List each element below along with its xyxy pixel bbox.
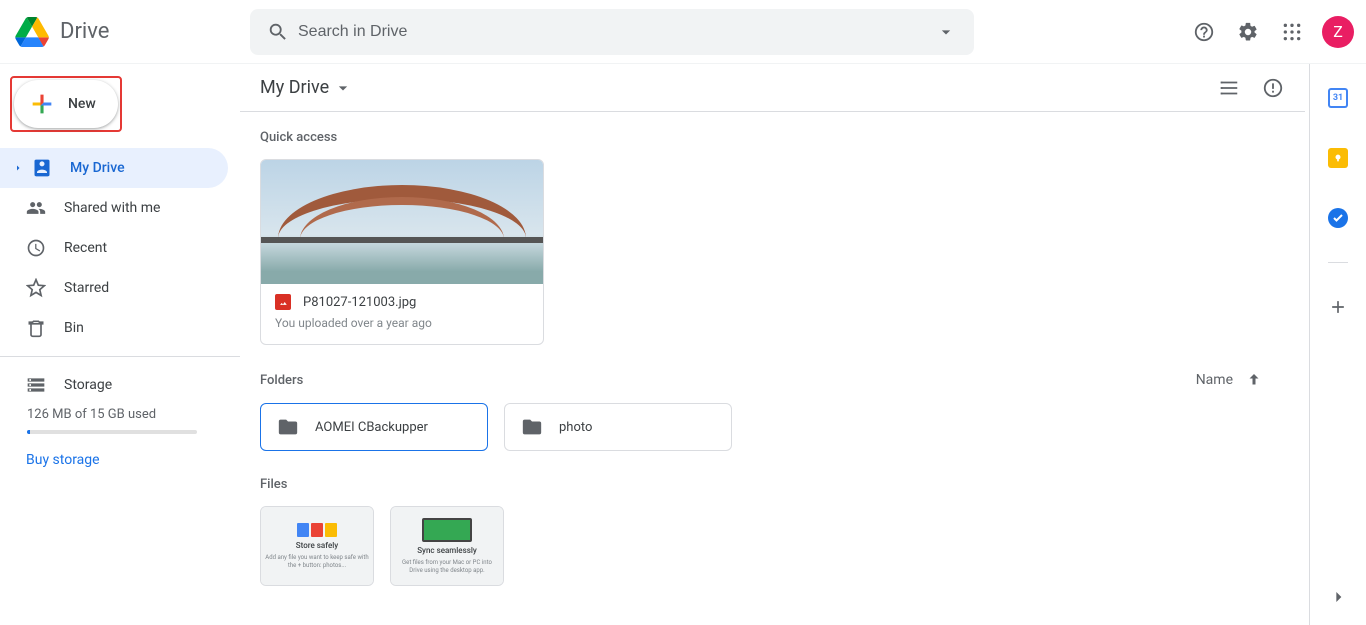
buy-storage-link[interactable]: Buy storage (26, 452, 100, 468)
sidebar-item-shared[interactable]: Shared with me (0, 188, 228, 228)
header-bar: Drive Z (0, 0, 1366, 64)
search-input[interactable] (298, 23, 926, 41)
search-icon[interactable] (258, 12, 298, 52)
help-icon[interactable] (1184, 12, 1224, 52)
sort-label: Name (1196, 372, 1233, 388)
sidebar-item-label: Shared with me (64, 200, 160, 216)
side-panel: 31 (1310, 64, 1366, 625)
calendar-app-icon[interactable]: 31 (1318, 78, 1358, 118)
sort-control[interactable]: Name (1196, 371, 1293, 389)
storage-bar (27, 430, 197, 434)
settings-gear-icon[interactable] (1228, 12, 1268, 52)
sidebar-item-storage[interactable]: Storage (26, 365, 216, 405)
content-scroll[interactable]: Quick access P81027-121003.jpg You uploa… (240, 112, 1309, 625)
quick-access-heading: Quick access (260, 130, 1293, 145)
chevron-right-icon[interactable] (8, 162, 28, 174)
search-options-icon[interactable] (926, 12, 966, 52)
main-area: My Drive Quick access (240, 64, 1310, 625)
sidebar-item-recent[interactable]: Recent (0, 228, 228, 268)
folder-icon (521, 416, 543, 438)
folder-icon (277, 416, 299, 438)
files-heading: Files (260, 477, 1293, 492)
sidebar-item-label: Bin (64, 320, 84, 336)
drive-logo-icon (12, 12, 52, 52)
file-card[interactable]: Sync seamlessly Get files from your Mac … (390, 506, 504, 586)
chevron-down-icon (333, 78, 353, 98)
file-thumbnail: Sync seamlessly Get files from your Mac … (391, 507, 503, 585)
tasks-app-icon[interactable] (1318, 198, 1358, 238)
shared-icon (26, 198, 46, 218)
sidebar: New My Drive Shared with me Recent Starr… (0, 64, 240, 625)
tutorial-highlight: New (10, 76, 122, 132)
search-bar[interactable] (250, 9, 974, 55)
storage-label: Storage (64, 377, 112, 393)
toolbar: My Drive (240, 64, 1305, 112)
quick-access-card[interactable]: P81027-121003.jpg You uploaded over a ye… (260, 159, 544, 345)
logo-area[interactable]: Drive (12, 12, 250, 52)
image-file-icon (275, 294, 291, 310)
star-icon (26, 278, 46, 298)
recent-icon (26, 238, 46, 258)
sidebar-item-bin[interactable]: Bin (0, 308, 228, 348)
list-view-icon[interactable] (1209, 68, 1249, 108)
app-name: Drive (60, 19, 109, 44)
collapse-side-panel-icon[interactable] (1310, 573, 1366, 621)
new-button-label: New (68, 96, 96, 112)
quick-access-filename: P81027-121003.jpg (303, 295, 416, 310)
folder-name: AOMEI CBackupper (315, 420, 428, 435)
sidebar-item-label: Recent (64, 240, 107, 256)
sidebar-item-starred[interactable]: Starred (0, 268, 228, 308)
quick-access-thumbnail (261, 160, 543, 284)
sidebar-nav: My Drive Shared with me Recent Starred B… (0, 148, 240, 348)
add-app-icon[interactable] (1318, 287, 1358, 327)
breadcrumb[interactable]: My Drive (260, 77, 353, 98)
storage-section: Storage 126 MB of 15 GB used Buy storage (0, 365, 240, 468)
file-card[interactable]: Store safely Add any file you want to ke… (260, 506, 374, 586)
sidebar-item-label: Starred (64, 280, 109, 296)
plus-icon (28, 90, 56, 118)
sidebar-item-label: My Drive (70, 160, 125, 176)
apps-grid-icon[interactable] (1272, 12, 1312, 52)
storage-icon (26, 375, 46, 395)
folders-heading: Folders (260, 373, 303, 388)
account-avatar[interactable]: Z (1322, 16, 1354, 48)
breadcrumb-label: My Drive (260, 77, 329, 98)
new-button[interactable]: New (14, 80, 118, 128)
header-actions: Z (1184, 12, 1358, 52)
file-thumbnail: Store safely Add any file you want to ke… (261, 507, 373, 585)
folder-card[interactable]: AOMEI CBackupper (260, 403, 488, 451)
arrow-up-icon (1245, 371, 1263, 389)
quick-access-subtitle: You uploaded over a year ago (275, 316, 529, 330)
folder-card[interactable]: photo (504, 403, 732, 451)
bin-icon (26, 318, 46, 338)
keep-app-icon[interactable] (1318, 138, 1358, 178)
storage-used-text: 126 MB of 15 GB used (27, 407, 216, 422)
my-drive-icon (32, 158, 52, 178)
folder-name: photo (559, 420, 592, 435)
sidebar-item-my-drive[interactable]: My Drive (0, 148, 228, 188)
info-icon[interactable] (1253, 68, 1293, 108)
